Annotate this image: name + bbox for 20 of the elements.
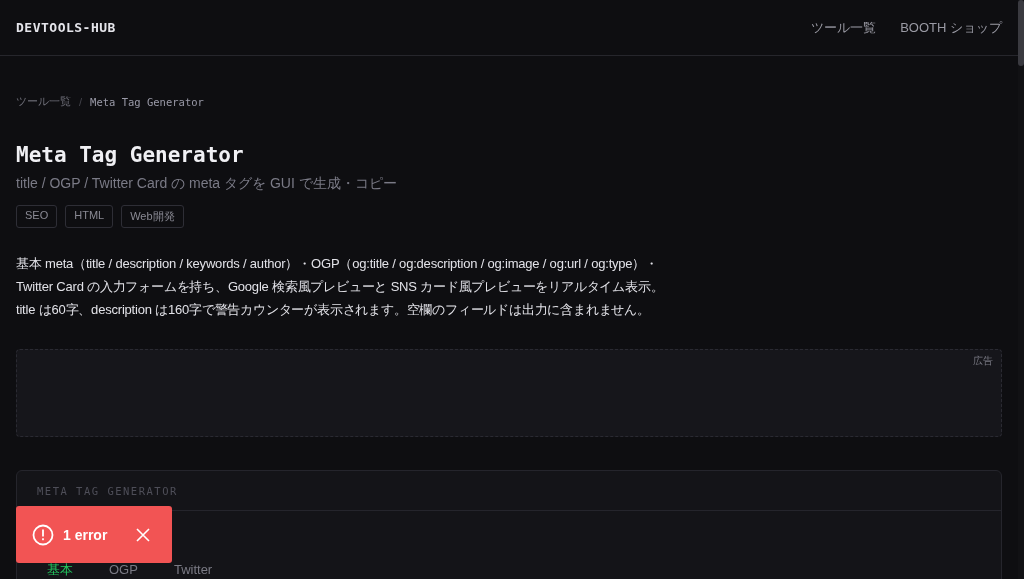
page-subtitle: title / OGP / Twitter Card の meta タグを GUI で生成・コピー [16, 175, 398, 193]
tag: SEO [16, 205, 58, 228]
tab[interactable]: 基本 [37, 563, 83, 577]
site-logo[interactable]: DEVTOOLS-HUB [16, 20, 116, 35]
tag: Web開発 [121, 205, 184, 228]
tag: HTML [65, 205, 114, 228]
breadcrumb-link[interactable]: ツール一覧 [16, 94, 71, 109]
error-icon [32, 523, 54, 546]
tool-description: 基本 meta（title / description / keywords / author）・OGP（og:title / og:description / og:image / og:url / og:type）・Twitter Card の入力フォームを持ち、Google 検索風プレビューと SNS カード風プレビューをリアルタイム表示。title は60字、description は160字で警告カウンターが表示されます。空欄のフィールドは出力に含まれません。 [16, 255, 665, 319]
panel-heading: META TAG GENERATOR [37, 484, 178, 497]
tab[interactable]: Twitter [163, 563, 223, 577]
breadcrumb-separator: / [79, 95, 83, 108]
nav-link[interactable]: ツール一覧 [811, 18, 877, 37]
close-icon[interactable] [135, 526, 152, 543]
page-title: Meta Tag Generator [16, 143, 245, 167]
ad-label: 広告 [973, 354, 993, 368]
nav-link[interactable]: BOOTH ショップ [900, 18, 1002, 37]
error-count: 1 error [63, 526, 108, 543]
tab[interactable]: OGP [99, 563, 148, 577]
breadcrumb-current: Meta Tag Generator [90, 95, 204, 108]
